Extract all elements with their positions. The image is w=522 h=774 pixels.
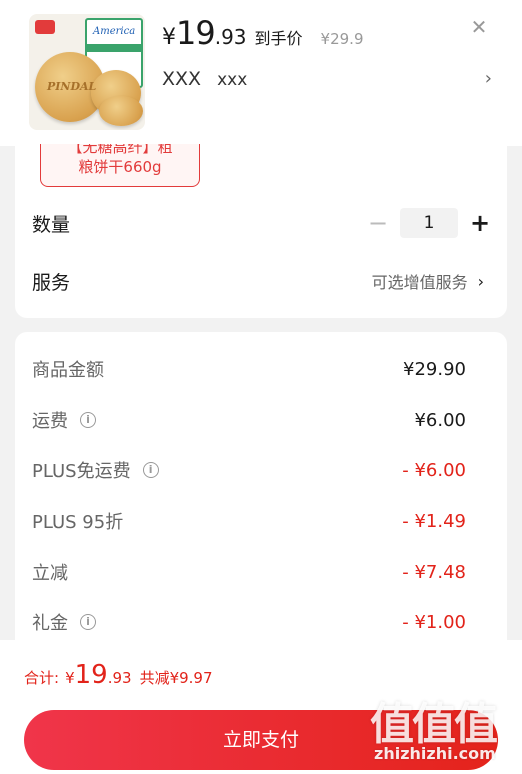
service-selector[interactable]: 可选增值服务 › bbox=[372, 261, 484, 301]
quantity-decrease-button[interactable]: − bbox=[368, 209, 388, 237]
total-summary: 合计: ¥ 19 .93 共减¥9.97 bbox=[24, 660, 213, 690]
total-integer: 19 bbox=[74, 660, 108, 690]
quantity-row: 数量 − 1 + bbox=[32, 203, 492, 243]
fee-row-instant-discount: 立减 - ¥7.48 bbox=[32, 554, 466, 590]
info-icon[interactable]: i bbox=[80, 412, 96, 428]
fee-value: ¥29.90 bbox=[403, 358, 466, 380]
fee-value: ¥6.00 bbox=[414, 409, 466, 431]
total-currency: ¥ bbox=[65, 669, 75, 687]
box-brand-text: America bbox=[93, 26, 136, 37]
checkout-bar: 合计: ¥ 19 .93 共减¥9.97 立即支付 bbox=[0, 640, 522, 774]
brand-logo bbox=[35, 20, 55, 34]
quantity-label: 数量 bbox=[32, 213, 71, 236]
fee-label: PLUS 95折 bbox=[32, 512, 124, 533]
info-icon[interactable]: i bbox=[80, 614, 96, 630]
product-header: America PINDAL ¥ 19 .93 到手价 ¥29.9 ✕ XXX … bbox=[0, 0, 522, 146]
fee-breakdown-panel: 商品金额 ¥29.90 运费 i ¥6.00 PLUS免运费 i - ¥6.00… bbox=[15, 332, 507, 652]
close-icon[interactable]: ✕ bbox=[468, 16, 490, 38]
service-label: 服务 bbox=[32, 271, 71, 294]
price-decimal: .93 bbox=[214, 25, 247, 49]
total-decimal: .93 bbox=[107, 669, 132, 687]
spec-secondary: xxx bbox=[217, 70, 248, 90]
chevron-right-icon: › bbox=[477, 271, 484, 291]
service-row[interactable]: 服务 可选增值服务 › bbox=[32, 261, 492, 301]
fee-value: - ¥1.00 bbox=[402, 611, 466, 633]
pay-now-button[interactable]: 立即支付 bbox=[24, 710, 498, 770]
cookie-image bbox=[99, 96, 143, 126]
fee-label: 礼金 bbox=[32, 613, 68, 634]
fee-row-shipping: 运费 i ¥6.00 bbox=[32, 402, 466, 438]
sku-chip-line1: 【无糖高纤】粗 bbox=[67, 144, 173, 156]
service-value: 可选增值服务 bbox=[371, 273, 468, 292]
fee-row-gift-money: 礼金 i - ¥1.00 bbox=[32, 604, 466, 640]
price-tag: 到手价 bbox=[254, 29, 303, 48]
total-label: 合计: bbox=[24, 669, 60, 687]
fee-row-goods-amount: 商品金额 ¥29.90 bbox=[32, 351, 466, 387]
total-reduced: 共减¥9.97 bbox=[139, 669, 213, 687]
fee-value: - ¥1.49 bbox=[402, 510, 466, 532]
fee-label: 商品金额 bbox=[32, 360, 104, 381]
fee-label: PLUS免运费 bbox=[32, 461, 131, 482]
product-thumbnail: America PINDAL bbox=[29, 14, 145, 130]
fee-row-plus-discount: PLUS 95折 - ¥1.49 bbox=[32, 503, 466, 539]
quantity-input[interactable]: 1 bbox=[400, 208, 458, 238]
chevron-right-icon: › bbox=[484, 68, 492, 89]
fee-value: - ¥7.48 bbox=[402, 561, 466, 583]
fee-label: 立减 bbox=[32, 563, 68, 584]
quantity-increase-button[interactable]: + bbox=[470, 209, 490, 237]
fee-value: - ¥6.00 bbox=[402, 459, 466, 481]
price-display: ¥ 19 .93 到手价 ¥29.9 bbox=[162, 14, 364, 52]
price-currency: ¥ bbox=[162, 25, 176, 50]
spec-selector[interactable]: XXX xxx › bbox=[162, 68, 492, 96]
fee-label: 运费 bbox=[32, 411, 68, 432]
selected-sku-chip[interactable]: 【无糖高纤】粗 粮饼干660g bbox=[40, 144, 200, 187]
original-price: ¥29.9 bbox=[320, 30, 364, 48]
cookie-stamp-text: PINDAL bbox=[47, 80, 97, 93]
spec-primary: XXX bbox=[162, 68, 202, 90]
info-icon[interactable]: i bbox=[142, 462, 159, 478]
quantity-stepper: − 1 + bbox=[368, 203, 490, 243]
price-integer: 19 bbox=[176, 14, 216, 52]
options-panel: 【无糖高纤】粗 粮饼干660g 数量 − 1 + 服务 可选增值服务 › bbox=[15, 144, 507, 318]
fee-row-plus-free-shipping: PLUS免运费 i - ¥6.00 bbox=[32, 452, 466, 488]
sku-chip-line2: 粮饼干660g bbox=[78, 158, 162, 176]
